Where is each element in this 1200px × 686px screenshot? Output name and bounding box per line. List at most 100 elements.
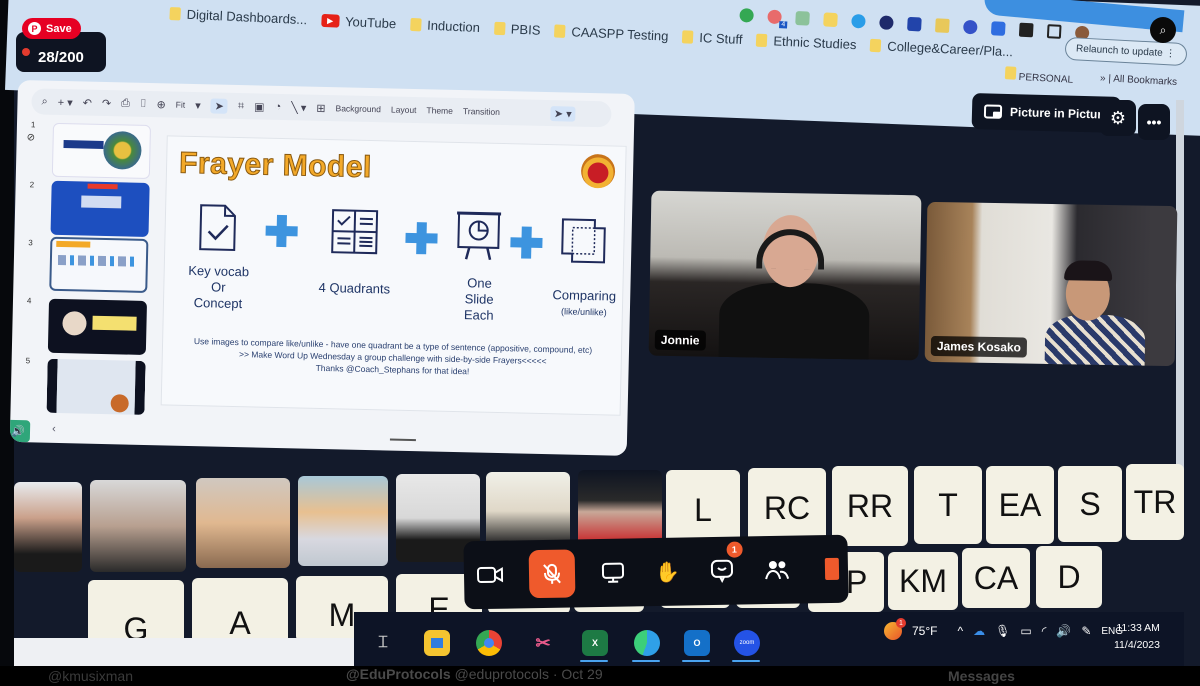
slide-thumbnail-1[interactable]: [51, 122, 152, 180]
clock[interactable]: 11:33 AM 11/4/2023: [1114, 620, 1160, 654]
image-icon[interactable]: ▣: [254, 100, 265, 113]
attachment-icon[interactable]: ⊘: [27, 132, 36, 143]
zoom-app-icon[interactable]: zoom: [734, 630, 760, 656]
participant-initials-tile[interactable]: D: [1036, 546, 1102, 608]
chat-unread-badge: 1: [726, 541, 743, 558]
slide-thumbnail-5[interactable]: [46, 358, 146, 415]
excel-icon[interactable]: X: [582, 630, 608, 656]
drive-icon[interactable]: [739, 8, 754, 23]
k-icon[interactable]: [879, 15, 894, 31]
participants-icon[interactable]: [760, 553, 793, 588]
frame-icon[interactable]: ⌗: [238, 99, 244, 112]
bookmark-ic-stuff[interactable]: IC Stuff: [682, 29, 743, 47]
chrome-icon[interactable]: [476, 630, 502, 656]
bookmark-induction[interactable]: Induction: [409, 17, 480, 35]
participant-video[interactable]: [486, 472, 570, 550]
task-view-icon[interactable]: ⌶: [370, 630, 396, 656]
snipping-tool-icon[interactable]: ✂: [530, 630, 556, 656]
speaker-video-james[interactable]: James Kosako: [924, 201, 1178, 367]
zoom-icon[interactable]: ⊕: [156, 98, 166, 111]
weather-temp[interactable]: 75°F: [912, 624, 937, 638]
outlook-icon[interactable]: O: [684, 630, 710, 656]
raise-hand-icon[interactable]: ✋: [651, 555, 684, 590]
tab-background[interactable]: Background: [335, 103, 381, 114]
twitter-feed-strip: @kmusixman @EduProtocols @eduprotocols ·…: [0, 666, 1200, 686]
shield-icon[interactable]: [907, 16, 922, 32]
speaker-video-jonnie[interactable]: Jonnie: [648, 190, 922, 361]
undo-icon[interactable]: ↶: [83, 96, 93, 109]
gear-icon[interactable]: ⚙: [1100, 100, 1136, 136]
participant-initials-tile[interactable]: RR: [832, 466, 908, 546]
participant-video[interactable]: [14, 482, 82, 572]
participant-video[interactable]: [298, 476, 388, 566]
line-icon[interactable]: ╲ ▾: [291, 101, 306, 114]
messages-header[interactable]: Messages: [948, 668, 1015, 684]
weather-icon[interactable]: 1: [884, 618, 906, 640]
pen-icon[interactable]: ✎: [1081, 624, 1091, 638]
participant-initials-tile[interactable]: T: [914, 466, 982, 544]
wifi-icon[interactable]: ◜: [1042, 624, 1047, 638]
extension-icon[interactable]: [990, 21, 1006, 36]
more-options-icon[interactable]: •••: [1138, 104, 1170, 140]
lens-search-icon[interactable]: ⌕: [1150, 17, 1176, 43]
tab-theme[interactable]: Theme: [426, 105, 453, 116]
pointer-mode-icon[interactable]: ➤ ▾: [549, 105, 576, 122]
speaker-icon[interactable]: 🔊: [9, 419, 31, 443]
zoom-select[interactable]: Fit: [176, 100, 186, 110]
tweet-author[interactable]: @EduProtocols @eduprotocols · Oct 29: [346, 666, 603, 682]
print-icon[interactable]: ⎙: [121, 97, 130, 110]
chevron-up-icon[interactable]: ^: [957, 624, 963, 638]
extension-icon[interactable]: 4: [767, 9, 788, 29]
resize-handle[interactable]: [389, 438, 416, 442]
puzzle-icon[interactable]: [1018, 22, 1034, 38]
participant-initials-tile[interactable]: S: [1058, 466, 1122, 542]
shape-icon[interactable]: ◔: [274, 101, 281, 113]
avatar: [110, 394, 129, 413]
participant-initials-tile[interactable]: KM: [888, 552, 958, 610]
extension-icon[interactable]: [795, 10, 810, 26]
participant-initials-tile[interactable]: TR: [1126, 464, 1184, 540]
camera-icon[interactable]: [474, 558, 507, 593]
participant-video[interactable]: [90, 480, 186, 572]
hourglass-icon[interactable]: [934, 18, 950, 33]
select-cursor-icon[interactable]: ➤: [210, 97, 229, 114]
redo-icon[interactable]: ↷: [102, 96, 112, 109]
extension-icon[interactable]: [962, 19, 978, 35]
volume-icon[interactable]: 🔊: [1056, 624, 1071, 638]
person-silhouette: [1044, 313, 1146, 367]
onedrive-icon[interactable]: ☁: [973, 624, 985, 638]
slide-thumbnail-4[interactable]: [47, 298, 148, 355]
chat-icon[interactable]: 1: [706, 541, 743, 589]
windows-search-box[interactable]: [14, 638, 354, 668]
pinterest-save-button[interactable]: P Save: [22, 18, 81, 39]
participant-video[interactable]: [578, 470, 662, 546]
tab-transition[interactable]: Transition: [463, 106, 500, 117]
scrollbar[interactable]: [1176, 100, 1184, 480]
participant-initials-tile[interactable]: EA: [986, 466, 1054, 544]
slide-canvas[interactable]: Frayer Model Key vocab Or Concept 4 Quad…: [160, 135, 627, 416]
slide-thumbnail-3-selected[interactable]: [49, 236, 149, 293]
compass-icon[interactable]: [851, 13, 866, 29]
sticky-notes-icon[interactable]: [823, 12, 838, 28]
tab-layout[interactable]: Layout: [391, 104, 417, 115]
participant-initials-tile[interactable]: CA: [962, 548, 1030, 608]
twitter-handle[interactable]: @kmusixman: [48, 668, 133, 684]
chevron-down-icon[interactable]: ▾: [195, 99, 201, 112]
add-icon[interactable]: + ▾: [58, 95, 73, 108]
sidebar-icon[interactable]: [1046, 24, 1062, 39]
chevron-left-icon[interactable]: ‹: [52, 423, 56, 435]
battery-icon[interactable]: ▭: [1020, 624, 1031, 638]
participant-video[interactable]: [196, 478, 290, 568]
microphone-icon[interactable]: 🎙: [995, 624, 1010, 638]
paint-format-icon[interactable]: ⌷: [140, 97, 147, 110]
edge-icon[interactable]: [634, 630, 660, 656]
leave-meeting-icon[interactable]: [815, 552, 848, 587]
share-screen-icon[interactable]: [596, 555, 629, 590]
microphone-muted-icon[interactable]: [528, 549, 576, 599]
comment-icon[interactable]: ⊞: [316, 101, 326, 114]
picture-in-picture-button[interactable]: Picture in Picture: [971, 93, 1122, 133]
search-icon[interactable]: ⌕: [41, 95, 47, 108]
bookmark-pbis[interactable]: PBIS: [493, 21, 541, 38]
slide-thumbnail-2[interactable]: [50, 180, 150, 238]
file-explorer-icon[interactable]: [424, 630, 450, 656]
